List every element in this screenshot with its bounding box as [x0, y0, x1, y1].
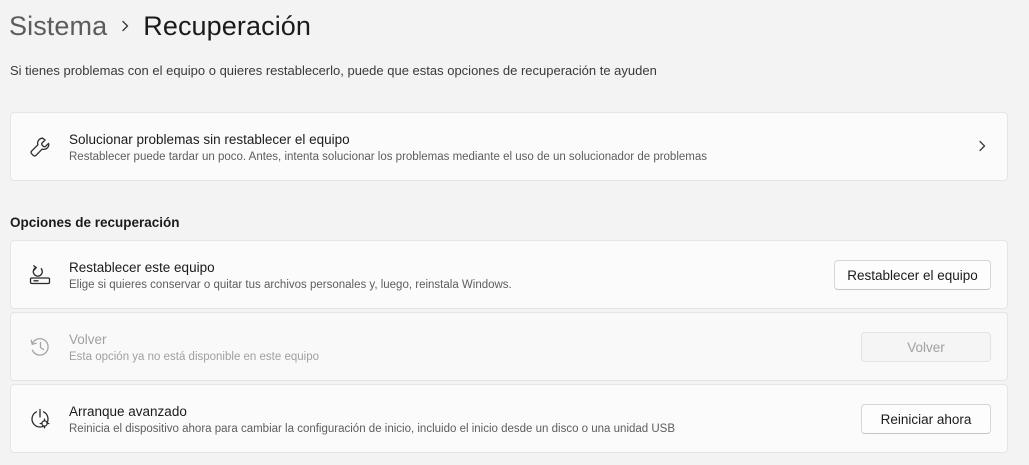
- reset-pc-button[interactable]: Restablecer el equipo: [834, 260, 991, 290]
- reset-pc-title: Restablecer este equipo: [69, 260, 215, 275]
- go-back-card: Volver Esta opción ya no está disponible…: [10, 312, 1008, 381]
- troubleshoot-title: Solucionar problemas sin restablecer el …: [69, 132, 350, 147]
- page-subtitle: Si tienes problemas con el equipo o quie…: [10, 63, 657, 78]
- restart-now-button[interactable]: Reiniciar ahora: [861, 404, 991, 434]
- advanced-startup-icon: [27, 406, 53, 432]
- go-back-description: Esta opción ya no está disponible en est…: [69, 351, 319, 363]
- wrench-icon: [27, 134, 53, 160]
- reset-pc-card: Restablecer este equipo Elige si quieres…: [10, 240, 1008, 309]
- page-title: Recuperación: [143, 10, 312, 41]
- advanced-startup-card: Arranque avanzado Reinicia el dispositiv…: [10, 384, 1008, 453]
- section-heading-recovery-options: Opciones de recuperación: [10, 215, 180, 230]
- troubleshoot-description: Restablecer puede tardar un poco. Antes,…: [69, 151, 708, 163]
- reset-pc-icon: [27, 262, 53, 288]
- go-back-title: Volver: [69, 332, 107, 347]
- chevron-right-icon: [975, 139, 989, 153]
- breadcrumb-chevron-icon: [107, 20, 143, 32]
- breadcrumb: Sistema Recuperación: [9, 8, 311, 44]
- advanced-startup-description: Reinicia el dispositivo ahora para cambi…: [69, 423, 676, 435]
- go-back-button[interactable]: Volver: [861, 332, 991, 362]
- advanced-startup-title: Arranque avanzado: [69, 404, 187, 419]
- troubleshoot-card[interactable]: Solucionar problemas sin restablecer el …: [10, 112, 1008, 181]
- breadcrumb-parent-sistema[interactable]: Sistema: [9, 11, 107, 42]
- reset-pc-description: Elige si quieres conservar o quitar tus …: [69, 279, 512, 291]
- history-icon: [27, 334, 53, 360]
